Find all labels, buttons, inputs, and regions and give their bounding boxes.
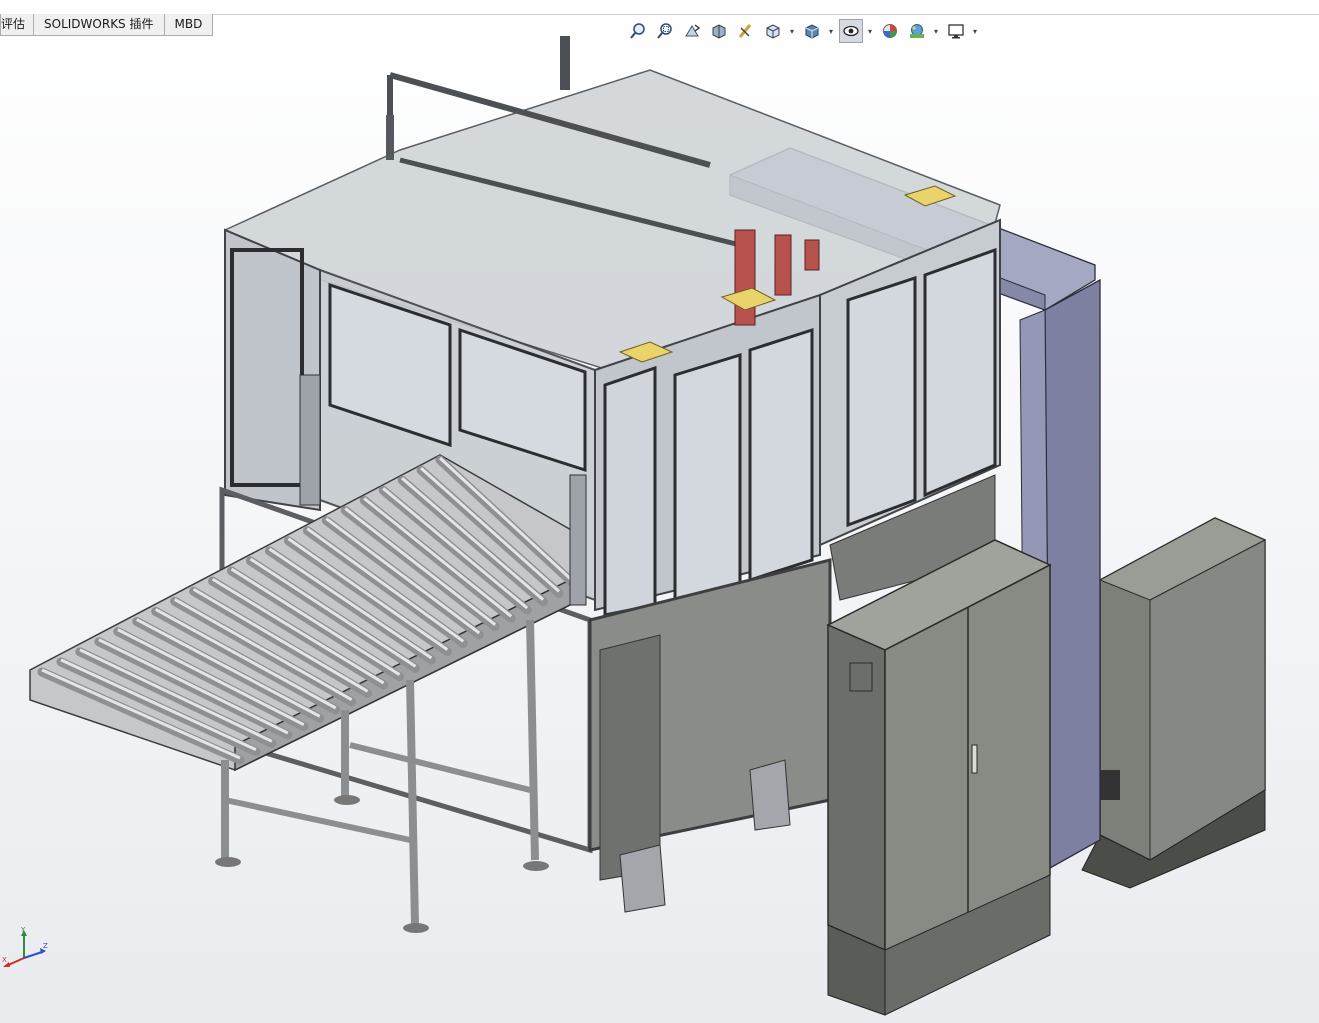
- tab-mbd[interactable]: MBD: [163, 14, 214, 36]
- command-manager-tabs: 评估 SOLIDWORKS 插件 MBD: [0, 14, 214, 36]
- tab-evaluate[interactable]: 评估: [0, 14, 35, 36]
- z-axis-label: Z: [43, 942, 48, 950]
- title-strip: [0, 0, 1319, 15]
- z-axis-arrow: [23, 951, 43, 959]
- tab-solidworks-addins[interactable]: SOLIDWORKS 插件: [33, 14, 165, 36]
- reference-triad: Y X Z: [2, 926, 48, 967]
- front-electrical-cabinet: [826, 539, 1052, 1016]
- assembly-model: [29, 36, 1267, 1016]
- y-axis-label: Y: [20, 926, 26, 934]
- graphics-area[interactable]: [0, 36, 1319, 1023]
- x-axis-label: X: [2, 956, 7, 964]
- rear-electrical-cabinet: [1081, 517, 1267, 889]
